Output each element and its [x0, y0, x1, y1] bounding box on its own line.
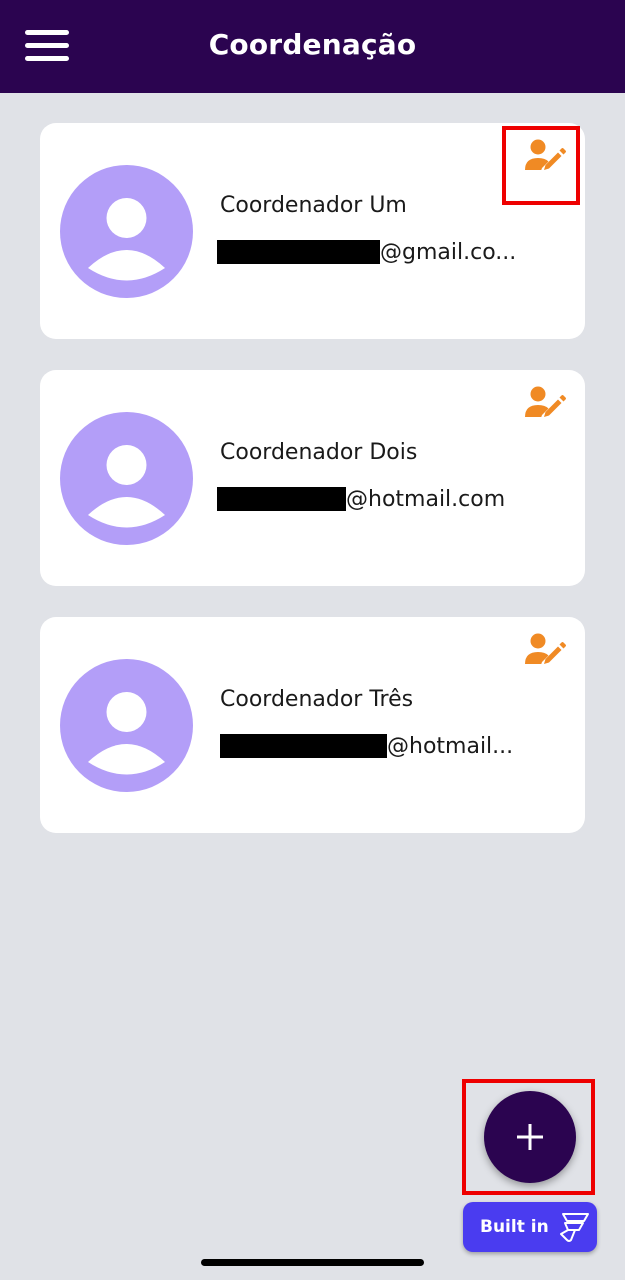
- app-bar: Coordenação: [0, 0, 625, 93]
- coordinator-name: Coordenador Dois: [220, 440, 418, 465]
- coordinator-email: @hotmail...: [217, 733, 513, 759]
- built-in-label: Built in: [480, 1217, 549, 1237]
- redacted-block: [217, 487, 346, 511]
- person-icon: [60, 165, 193, 298]
- person-icon: [60, 659, 193, 792]
- built-in-badge[interactable]: Built in: [463, 1202, 597, 1252]
- coordinator-email: @gmail.co...: [217, 239, 516, 265]
- coordinator-email: @hotmail.com: [217, 486, 505, 512]
- coordinator-card[interactable]: Coordenador Três @hotmail...: [40, 617, 585, 833]
- page-title: Coordenação: [208, 28, 417, 61]
- coordinator-name: Coordenador Um: [220, 193, 407, 218]
- coordinator-name: Coordenador Três: [220, 687, 414, 712]
- redacted-block: [220, 734, 387, 758]
- redacted-block: [217, 240, 380, 264]
- home-indicator[interactable]: [201, 1259, 424, 1266]
- email-text: @hotmail...: [387, 733, 514, 759]
- flutterflow-logo-icon: [559, 1213, 589, 1242]
- highlight-box-edit: [502, 126, 580, 205]
- highlight-box-fab: [462, 1079, 595, 1195]
- user-edit-icon[interactable]: [523, 631, 567, 671]
- email-text: @gmail.co...: [380, 239, 517, 265]
- person-icon: [60, 412, 193, 545]
- user-edit-icon[interactable]: [523, 384, 567, 424]
- coordinator-card[interactable]: Coordenador Dois @hotmail.com: [40, 370, 585, 586]
- email-text: @hotmail.com: [346, 486, 506, 512]
